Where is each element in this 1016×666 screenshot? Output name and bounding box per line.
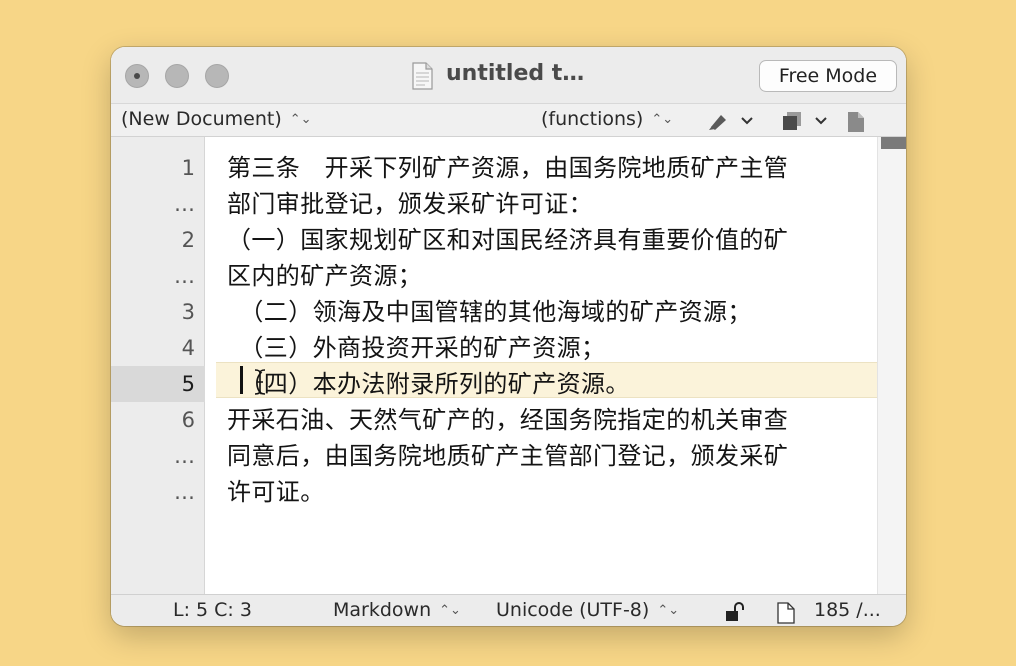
zoom-button[interactable]	[205, 64, 229, 88]
line-number: 2	[181, 228, 195, 252]
cursor-position: L: 5 C: 3	[173, 599, 252, 621]
free-mode-button[interactable]: Free Mode	[759, 60, 897, 92]
title-bar: untitled t… Free Mode	[111, 47, 906, 104]
functions-menu[interactable]: (functions) ⌃⌄	[541, 108, 673, 130]
chevron-down-icon[interactable]	[813, 111, 829, 131]
status-bar: L: 5 C: 3 Markdown ⌃⌄ Unicode (UTF-8) ⌃⌄ 1…	[111, 594, 906, 626]
character-count: 185 /...	[814, 599, 881, 621]
vertical-scrollbar[interactable]	[877, 137, 906, 594]
text-row: （一）国家规划矿区和对国民经济具有重要价值的矿	[227, 226, 789, 254]
text-row-current: （四）本办法附录所列的矿产资源。	[227, 370, 630, 398]
minimize-button[interactable]	[165, 64, 189, 88]
unlock-icon[interactable]	[725, 602, 747, 622]
line-number: …	[174, 444, 195, 468]
editor-window: untitled t… Free Mode (New Document) ⌃⌄ (…	[111, 47, 906, 626]
updown-chevron-icon: ⌃⌄	[289, 112, 312, 127]
text-row: 许可证。	[227, 478, 325, 506]
encoding-menu[interactable]: Unicode (UTF-8) ⌃⌄	[496, 599, 679, 621]
close-button[interactable]	[125, 64, 149, 88]
encoding-menu-label: Unicode (UTF-8)	[496, 599, 650, 621]
text-row: 第三条 开采下列矿产资源，由国务院地质矿产主管	[227, 154, 789, 182]
line-number: …	[174, 192, 195, 216]
line-number-active: 5	[111, 366, 205, 402]
syntax-menu-label: Markdown	[333, 599, 432, 621]
document-stack-icon[interactable]	[781, 111, 803, 131]
marker-icon[interactable]	[707, 111, 729, 131]
text-row: 开采石油、天然气矿产的，经国务院指定的机关审查	[227, 406, 789, 434]
line-number: …	[174, 264, 195, 288]
updown-chevron-icon: ⌃⌄	[657, 603, 680, 618]
text-caret	[240, 366, 243, 394]
document-icon	[412, 62, 433, 90]
text-row: 区内的矿产资源；	[227, 262, 423, 290]
ibeam-cursor-icon	[254, 369, 266, 395]
text-row: 同意后，由国务院地质矿产主管部门登记，颁发采矿	[227, 442, 789, 470]
navigation-bar: (New Document) ⌃⌄ (functions) ⌃⌄	[111, 104, 906, 137]
line-number: 3	[181, 300, 195, 324]
chevron-down-icon[interactable]	[739, 111, 755, 131]
text-row: （三）外商投资开采的矿产资源；	[227, 334, 606, 362]
updown-chevron-icon: ⌃⌄	[651, 112, 674, 127]
line-number: …	[174, 480, 195, 504]
document-menu-label: (New Document)	[121, 108, 282, 130]
line-number: 6	[181, 408, 195, 432]
text-editor[interactable]: 第三条 开采下列矿产资源，由国务院地质矿产主管 部门审批登记，颁发采矿许可证： …	[206, 137, 877, 594]
line-number: 1	[181, 156, 195, 180]
scrollbar-thumb[interactable]	[881, 137, 906, 149]
document-menu[interactable]: (New Document) ⌃⌄	[121, 108, 312, 130]
page-icon[interactable]	[847, 111, 865, 133]
page-icon[interactable]	[777, 602, 795, 624]
syntax-menu[interactable]: Markdown ⌃⌄	[333, 599, 461, 621]
line-number: 4	[181, 336, 195, 360]
updown-chevron-icon: ⌃⌄	[439, 603, 461, 618]
line-number-gutter: 1 … 2 … 3 4 5 6 … …	[111, 137, 205, 594]
functions-menu-label: (functions)	[541, 108, 644, 130]
window-title: untitled t…	[446, 61, 585, 86]
text-row: 部门审批登记，颁发采矿许可证：	[227, 190, 593, 218]
text-row: （二）领海及中国管辖的其他海域的矿产资源；	[227, 298, 752, 326]
